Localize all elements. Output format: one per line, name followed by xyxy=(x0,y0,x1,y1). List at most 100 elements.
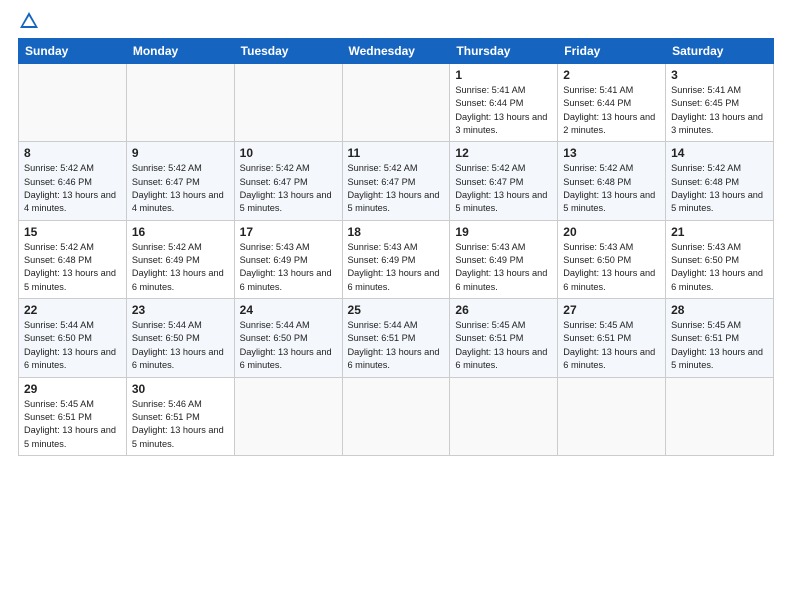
day-info: Sunrise: 5:42 AMSunset: 6:48 PMDaylight:… xyxy=(563,162,660,215)
calendar-cell: 28 Sunrise: 5:45 AMSunset: 6:51 PMDayligh… xyxy=(666,299,774,377)
day-info: Sunrise: 5:43 AMSunset: 6:50 PMDaylight:… xyxy=(671,241,768,294)
calendar-cell xyxy=(234,377,342,455)
day-header-thursday: Thursday xyxy=(450,39,558,64)
day-number: 19 xyxy=(455,225,552,239)
day-number: 21 xyxy=(671,225,768,239)
day-number: 3 xyxy=(671,68,768,82)
calendar-cell: 13 Sunrise: 5:42 AMSunset: 6:48 PMDayligh… xyxy=(558,142,666,220)
day-number: 10 xyxy=(240,146,337,160)
day-header-tuesday: Tuesday xyxy=(234,39,342,64)
day-number: 30 xyxy=(132,382,229,396)
day-info: Sunrise: 5:42 AMSunset: 6:48 PMDaylight:… xyxy=(671,162,768,215)
day-number: 13 xyxy=(563,146,660,160)
day-number: 28 xyxy=(671,303,768,317)
day-info: Sunrise: 5:46 AMSunset: 6:51 PMDaylight:… xyxy=(132,398,229,451)
calendar-cell xyxy=(234,64,342,142)
calendar-cell: 26 Sunrise: 5:45 AMSunset: 6:51 PMDayligh… xyxy=(450,299,558,377)
day-header-saturday: Saturday xyxy=(666,39,774,64)
day-number: 23 xyxy=(132,303,229,317)
day-number: 9 xyxy=(132,146,229,160)
day-info: Sunrise: 5:41 AMSunset: 6:45 PMDaylight:… xyxy=(671,84,768,137)
calendar-cell: 10 Sunrise: 5:42 AMSunset: 6:47 PMDayligh… xyxy=(234,142,342,220)
calendar-cell: 3 Sunrise: 5:41 AMSunset: 6:45 PMDaylight… xyxy=(666,64,774,142)
day-info: Sunrise: 5:45 AMSunset: 6:51 PMDaylight:… xyxy=(671,319,768,372)
calendar-cell: 9 Sunrise: 5:42 AMSunset: 6:47 PMDaylight… xyxy=(126,142,234,220)
day-number: 2 xyxy=(563,68,660,82)
calendar-week-row: 8 Sunrise: 5:42 AMSunset: 6:46 PMDaylight… xyxy=(19,142,774,220)
page: SundayMondayTuesdayWednesdayThursdayFrid… xyxy=(0,0,792,612)
day-info: Sunrise: 5:42 AMSunset: 6:46 PMDaylight:… xyxy=(24,162,121,215)
day-header-sunday: Sunday xyxy=(19,39,127,64)
day-number: 1 xyxy=(455,68,552,82)
day-number: 22 xyxy=(24,303,121,317)
calendar-cell xyxy=(19,64,127,142)
day-info: Sunrise: 5:41 AMSunset: 6:44 PMDaylight:… xyxy=(455,84,552,137)
day-number: 18 xyxy=(348,225,445,239)
day-header-wednesday: Wednesday xyxy=(342,39,450,64)
day-number: 26 xyxy=(455,303,552,317)
day-number: 29 xyxy=(24,382,121,396)
day-info: Sunrise: 5:45 AMSunset: 6:51 PMDaylight:… xyxy=(24,398,121,451)
calendar-cell: 21 Sunrise: 5:43 AMSunset: 6:50 PMDayligh… xyxy=(666,220,774,298)
calendar-cell: 12 Sunrise: 5:42 AMSunset: 6:47 PMDayligh… xyxy=(450,142,558,220)
calendar-header-row: SundayMondayTuesdayWednesdayThursdayFrid… xyxy=(19,39,774,64)
calendar-cell: 25 Sunrise: 5:44 AMSunset: 6:51 PMDayligh… xyxy=(342,299,450,377)
calendar-cell xyxy=(666,377,774,455)
calendar-cell: 2 Sunrise: 5:41 AMSunset: 6:44 PMDaylight… xyxy=(558,64,666,142)
day-info: Sunrise: 5:42 AMSunset: 6:48 PMDaylight:… xyxy=(24,241,121,294)
day-info: Sunrise: 5:44 AMSunset: 6:50 PMDaylight:… xyxy=(24,319,121,372)
day-number: 24 xyxy=(240,303,337,317)
day-number: 12 xyxy=(455,146,552,160)
calendar-cell xyxy=(126,64,234,142)
day-number: 11 xyxy=(348,146,445,160)
day-info: Sunrise: 5:42 AMSunset: 6:49 PMDaylight:… xyxy=(132,241,229,294)
logo-icon xyxy=(18,10,40,32)
calendar-cell: 30 Sunrise: 5:46 AMSunset: 6:51 PMDayligh… xyxy=(126,377,234,455)
day-info: Sunrise: 5:45 AMSunset: 6:51 PMDaylight:… xyxy=(455,319,552,372)
calendar-cell: 14 Sunrise: 5:42 AMSunset: 6:48 PMDayligh… xyxy=(666,142,774,220)
day-number: 16 xyxy=(132,225,229,239)
header xyxy=(18,10,774,32)
day-info: Sunrise: 5:42 AMSunset: 6:47 PMDaylight:… xyxy=(348,162,445,215)
calendar-cell xyxy=(342,377,450,455)
calendar-table: SundayMondayTuesdayWednesdayThursdayFrid… xyxy=(18,38,774,456)
calendar-cell: 29 Sunrise: 5:45 AMSunset: 6:51 PMDayligh… xyxy=(19,377,127,455)
logo xyxy=(18,10,44,32)
day-info: Sunrise: 5:43 AMSunset: 6:50 PMDaylight:… xyxy=(563,241,660,294)
calendar-cell: 22 Sunrise: 5:44 AMSunset: 6:50 PMDayligh… xyxy=(19,299,127,377)
day-info: Sunrise: 5:42 AMSunset: 6:47 PMDaylight:… xyxy=(132,162,229,215)
day-info: Sunrise: 5:44 AMSunset: 6:50 PMDaylight:… xyxy=(132,319,229,372)
calendar-cell xyxy=(342,64,450,142)
day-info: Sunrise: 5:43 AMSunset: 6:49 PMDaylight:… xyxy=(455,241,552,294)
day-header-friday: Friday xyxy=(558,39,666,64)
day-info: Sunrise: 5:44 AMSunset: 6:51 PMDaylight:… xyxy=(348,319,445,372)
calendar-cell: 20 Sunrise: 5:43 AMSunset: 6:50 PMDayligh… xyxy=(558,220,666,298)
calendar-cell: 15 Sunrise: 5:42 AMSunset: 6:48 PMDayligh… xyxy=(19,220,127,298)
calendar-cell: 19 Sunrise: 5:43 AMSunset: 6:49 PMDayligh… xyxy=(450,220,558,298)
day-info: Sunrise: 5:41 AMSunset: 6:44 PMDaylight:… xyxy=(563,84,660,137)
day-number: 14 xyxy=(671,146,768,160)
day-info: Sunrise: 5:42 AMSunset: 6:47 PMDaylight:… xyxy=(240,162,337,215)
calendar-cell: 23 Sunrise: 5:44 AMSunset: 6:50 PMDayligh… xyxy=(126,299,234,377)
calendar-cell: 16 Sunrise: 5:42 AMSunset: 6:49 PMDayligh… xyxy=(126,220,234,298)
day-info: Sunrise: 5:43 AMSunset: 6:49 PMDaylight:… xyxy=(240,241,337,294)
day-number: 15 xyxy=(24,225,121,239)
calendar-week-row: 22 Sunrise: 5:44 AMSunset: 6:50 PMDayligh… xyxy=(19,299,774,377)
calendar-week-row: 29 Sunrise: 5:45 AMSunset: 6:51 PMDayligh… xyxy=(19,377,774,455)
calendar-cell: 8 Sunrise: 5:42 AMSunset: 6:46 PMDaylight… xyxy=(19,142,127,220)
calendar-cell: 18Sunrise: 5:43 AMSunset: 6:49 PMDayligh… xyxy=(342,220,450,298)
day-number: 20 xyxy=(563,225,660,239)
calendar-cell: 1 Sunrise: 5:41 AMSunset: 6:44 PMDaylight… xyxy=(450,64,558,142)
day-info: Sunrise: 5:45 AMSunset: 6:51 PMDaylight:… xyxy=(563,319,660,372)
calendar-cell: 27 Sunrise: 5:45 AMSunset: 6:51 PMDayligh… xyxy=(558,299,666,377)
day-header-monday: Monday xyxy=(126,39,234,64)
calendar-cell: 17Sunrise: 5:43 AMSunset: 6:49 PMDayligh… xyxy=(234,220,342,298)
day-number: 27 xyxy=(563,303,660,317)
day-info: Sunrise: 5:42 AMSunset: 6:47 PMDaylight:… xyxy=(455,162,552,215)
calendar-week-row: 1 Sunrise: 5:41 AMSunset: 6:44 PMDaylight… xyxy=(19,64,774,142)
day-number: 25 xyxy=(348,303,445,317)
calendar-week-row: 15 Sunrise: 5:42 AMSunset: 6:48 PMDayligh… xyxy=(19,220,774,298)
calendar-cell: 24Sunrise: 5:44 AMSunset: 6:50 PMDayligh… xyxy=(234,299,342,377)
calendar-cell: 11 Sunrise: 5:42 AMSunset: 6:47 PMDayligh… xyxy=(342,142,450,220)
day-number: 8 xyxy=(24,146,121,160)
